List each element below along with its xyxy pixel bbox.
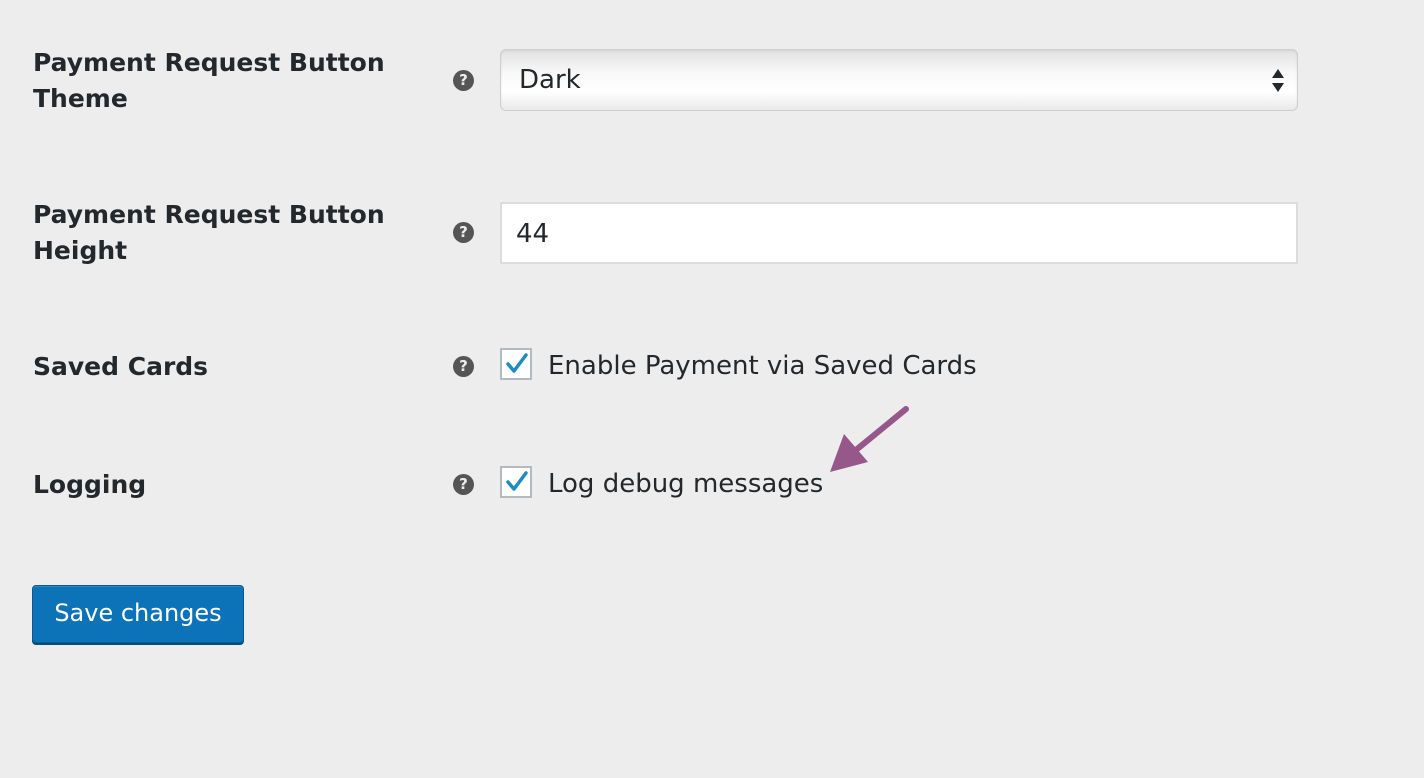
checkmark-icon xyxy=(506,353,528,373)
question-circle-icon[interactable]: ? xyxy=(453,356,474,377)
save-changes-button[interactable]: Save changes xyxy=(32,585,244,643)
theme-select-value: Dark xyxy=(519,65,581,95)
checkmark-icon xyxy=(506,471,528,491)
height-input[interactable]: 44 xyxy=(500,202,1298,264)
logging-checkbox-label[interactable]: Log debug messages xyxy=(548,467,823,501)
theme-label: Payment Request Button Theme xyxy=(33,48,385,113)
arrow-pointer-icon xyxy=(830,406,909,472)
height-label: Payment Request Button Height xyxy=(33,200,385,265)
select-arrows-icon xyxy=(1272,69,1284,92)
saved-cards-label: Saved Cards xyxy=(33,352,209,381)
theme-select[interactable]: Dark xyxy=(500,49,1298,111)
question-circle-icon[interactable]: ? xyxy=(453,222,474,243)
logging-label: Logging xyxy=(33,470,147,499)
question-circle-icon[interactable]: ? xyxy=(453,474,474,495)
saved-cards-checkbox-label[interactable]: Enable Payment via Saved Cards xyxy=(548,349,977,383)
question-circle-icon[interactable]: ? xyxy=(453,70,474,91)
saved-cards-checkbox[interactable] xyxy=(500,348,532,380)
height-input-value: 44 xyxy=(516,219,550,249)
logging-checkbox[interactable] xyxy=(500,466,532,498)
